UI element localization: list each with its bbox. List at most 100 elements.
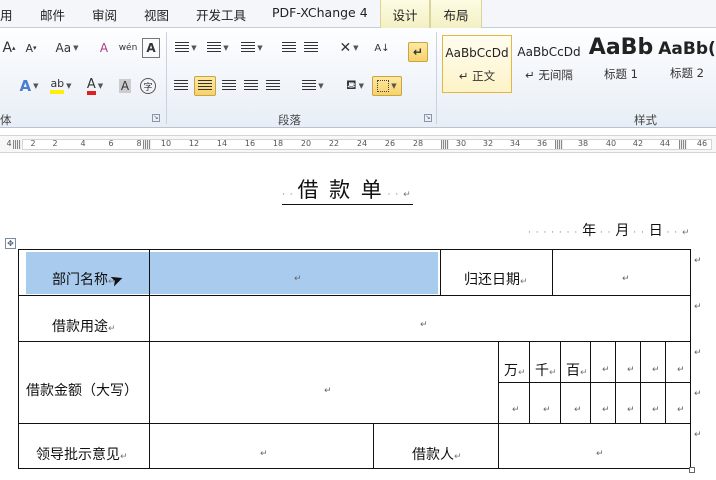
borrower-label[interactable]: 借款人↵: [412, 444, 462, 464]
distributed-button[interactable]: [264, 76, 282, 96]
cell-end-mark: ↵: [574, 405, 582, 415]
return-date-label[interactable]: 归还日期↵: [464, 269, 528, 289]
date-line[interactable]: · · · · · · · 年 · · 月 · · 日 · · ↵: [528, 220, 690, 240]
enclose-char-button[interactable]: 字: [138, 76, 158, 96]
align-left-icon: [174, 80, 188, 92]
year-label: 年: [582, 223, 597, 239]
style-heading-1[interactable]: AaBb 标题 1: [586, 35, 656, 93]
bullets-icon: [175, 42, 190, 54]
paint-bucket-icon: ⛾: [345, 77, 357, 93]
tab-layout[interactable]: 布局: [430, 0, 482, 28]
day-label: 日: [648, 223, 663, 239]
ruler-column-marker[interactable]: [555, 140, 563, 149]
paragraph-dialog-launcher-icon[interactable]: ↘: [424, 114, 432, 122]
unit-bai[interactable]: 百↵: [566, 360, 588, 380]
cell-end-mark: ↵: [627, 405, 635, 415]
sort-button[interactable]: A↓: [372, 38, 392, 58]
table-border: [18, 249, 691, 250]
highlight-button[interactable]: ab ▼: [46, 76, 76, 96]
cell-end-mark: ↵: [602, 405, 610, 415]
increase-indent-button[interactable]: [302, 38, 320, 58]
table-border: [498, 382, 691, 383]
document-title[interactable]: · · 借 款 单 · · ↵: [282, 174, 413, 205]
tab-design[interactable]: 设计: [380, 0, 430, 28]
font-color-button[interactable]: A ▼: [80, 76, 110, 96]
table-resize-handle-icon[interactable]: [689, 467, 695, 473]
cell-end-mark: ↵: [652, 405, 660, 415]
ruler-column-marker[interactable]: [679, 140, 687, 149]
ribbon-tab-bar: 用 邮件 审阅 视图 开发工具 PDF-XChange 4 设计 布局: [0, 0, 716, 28]
show-marks-button[interactable]: ↵: [408, 42, 428, 62]
align-right-button[interactable]: [220, 76, 238, 96]
font-dialog-launcher-icon[interactable]: ↘: [152, 114, 160, 122]
increase-indent-icon: [304, 42, 318, 54]
tab-mailings[interactable]: 邮件: [40, 5, 65, 24]
decrease-indent-button[interactable]: [280, 38, 298, 58]
cell-end-mark: ↵: [512, 405, 520, 415]
ruler-tick: 24: [356, 139, 368, 148]
borders-button[interactable]: ▼: [372, 76, 402, 96]
table-border: [529, 341, 530, 424]
numbering-button[interactable]: ▼: [204, 38, 232, 58]
tab-view[interactable]: 视图: [144, 5, 169, 24]
cell-end-mark: ↵: [543, 405, 551, 415]
table-border: [590, 341, 591, 424]
ruler-column-marker[interactable]: [13, 140, 21, 149]
char-border-button[interactable]: A: [142, 38, 160, 58]
style-heading-2[interactable]: AaBb( 标题 2: [658, 35, 716, 93]
cell-end-mark: ↵: [677, 365, 685, 375]
borders-icon: [377, 80, 390, 92]
line-spacing-button[interactable]: ▼: [298, 76, 328, 96]
shrink-font-button[interactable]: A ▾: [22, 38, 40, 58]
char-shading-button[interactable]: A: [116, 76, 134, 96]
table-border: [18, 295, 691, 296]
phonetic-guide-button[interactable]: wén: [118, 38, 138, 58]
styles-gallery: AaBbCcDd ↵ 正文 AaBbCcDd ↵ 无间隔 AaBb 标题 1 A…: [440, 33, 716, 93]
text-effects-button[interactable]: A ▼: [14, 76, 44, 96]
align-left-button[interactable]: [172, 76, 190, 96]
row-end-mark: ↵: [694, 430, 702, 440]
align-center-icon: [198, 80, 212, 92]
tab-pdf-xchange[interactable]: PDF-XChange 4: [272, 5, 368, 20]
table-border: [552, 249, 553, 295]
clear-format-button[interactable]: A: [94, 38, 114, 58]
cell-end-mark: ↵: [294, 274, 302, 284]
table-move-handle-icon[interactable]: ✥: [5, 238, 16, 249]
document-page[interactable]: · · 借 款 单 · · ↵ · · · · · · · 年 · · 月 · …: [0, 154, 716, 480]
align-center-button[interactable]: [194, 76, 216, 96]
tab-start[interactable]: 用: [0, 5, 13, 24]
ruler-tick: 4: [80, 139, 86, 148]
change-case-button[interactable]: Aa ▼: [52, 38, 82, 58]
multilevel-list-button[interactable]: ▼: [238, 38, 266, 58]
tab-review[interactable]: 审阅: [92, 5, 117, 24]
unit-wan[interactable]: 万↵: [504, 360, 526, 380]
ruler-tick: 34: [509, 139, 521, 148]
approval-label[interactable]: 领导批示意见↵: [36, 444, 128, 464]
justify-button[interactable]: [242, 76, 260, 96]
loan-purpose-label[interactable]: 借款用途↵: [52, 316, 116, 336]
ruler-tick: 38: [577, 139, 589, 148]
ruler-tick: 44: [659, 139, 671, 148]
ruler-column-marker[interactable]: [143, 140, 151, 149]
grow-font-button[interactable]: A ▴: [0, 38, 18, 58]
row-end-mark: ↵: [694, 256, 702, 266]
ruler-column-marker[interactable]: [441, 140, 449, 149]
cell-end-mark: ↵: [596, 449, 604, 459]
ruler-tick: 18: [272, 139, 284, 148]
row-end-mark: ↵: [694, 302, 702, 312]
tab-developer[interactable]: 开发工具: [196, 5, 246, 24]
multilevel-icon: [241, 42, 256, 54]
cell-end-mark: ↵: [324, 386, 332, 396]
group-divider: [166, 32, 167, 124]
horizontal-ruler[interactable]: 4 2 2 4 6 8 10 12 14 16 18 20 22 24 26 2…: [0, 135, 716, 153]
bullets-button[interactable]: ▼: [172, 38, 200, 58]
cell-end-mark: ↵: [622, 274, 630, 284]
shading-button[interactable]: ⛾ ▼: [340, 76, 370, 96]
ruler-tick: 22: [328, 139, 340, 148]
unit-qian[interactable]: 千↵: [535, 360, 557, 380]
table-border: [560, 341, 561, 424]
asian-layout-button[interactable]: ✕ ▼: [334, 38, 364, 58]
loan-amount-label[interactable]: 借款金额（大写）: [26, 380, 138, 400]
style-normal[interactable]: AaBbCcDd ↵ 正文: [442, 35, 512, 93]
style-no-spacing[interactable]: AaBbCcDd ↵ 无间隔: [514, 35, 584, 93]
